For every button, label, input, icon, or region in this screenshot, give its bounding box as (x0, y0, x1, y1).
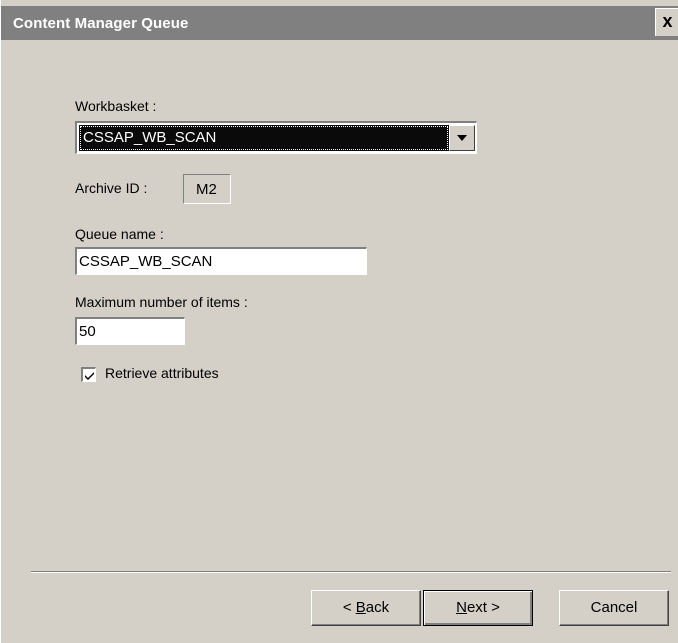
max-items-label: Maximum number of items : (75, 294, 248, 310)
workbasket-label: Workbasket : (75, 98, 157, 114)
back-button-prefix: < (342, 599, 356, 616)
next-button-mnemonic: N (456, 599, 467, 616)
retrieve-attributes-label: Retrieve attributes (105, 365, 219, 381)
next-button[interactable]: Next > (423, 590, 533, 626)
retrieve-attributes-checkbox[interactable] (81, 367, 96, 382)
title-bar: Content Manager Queue x (1, 0, 678, 40)
max-items-input[interactable]: 50 (75, 317, 185, 345)
chevron-down-icon[interactable] (449, 125, 475, 151)
archive-id-field: M2 (183, 174, 231, 204)
close-icon: x (662, 11, 673, 31)
close-button[interactable]: x (655, 8, 678, 36)
footer-separator (31, 571, 671, 573)
back-button-mnemonic: B (355, 599, 366, 616)
next-button-label: ext > (466, 599, 500, 616)
archive-id-value: M2 (196, 181, 217, 198)
back-button[interactable]: < Back (311, 590, 421, 626)
cancel-button-label: Cancel (590, 599, 638, 616)
dialog-window: Content Manager Queue x Workbasket : CSS… (0, 0, 678, 643)
queue-name-input[interactable]: CSSAP_WB_SCAN (75, 247, 367, 275)
back-button-label: ack (365, 599, 390, 616)
workbasket-dropdown[interactable]: CSSAP_WB_SCAN (75, 121, 477, 154)
archive-id-label: Archive ID : (75, 180, 148, 196)
workbasket-value: CSSAP_WB_SCAN (83, 129, 217, 146)
workbasket-selected-item: CSSAP_WB_SCAN (79, 125, 449, 151)
queue-name-label: Queue name : (75, 226, 164, 242)
checkmark-icon (85, 372, 94, 380)
cancel-button[interactable]: Cancel (559, 590, 669, 626)
window-title: Content Manager Queue (13, 15, 189, 32)
title-bar-fill: Content Manager Queue (1, 8, 678, 36)
